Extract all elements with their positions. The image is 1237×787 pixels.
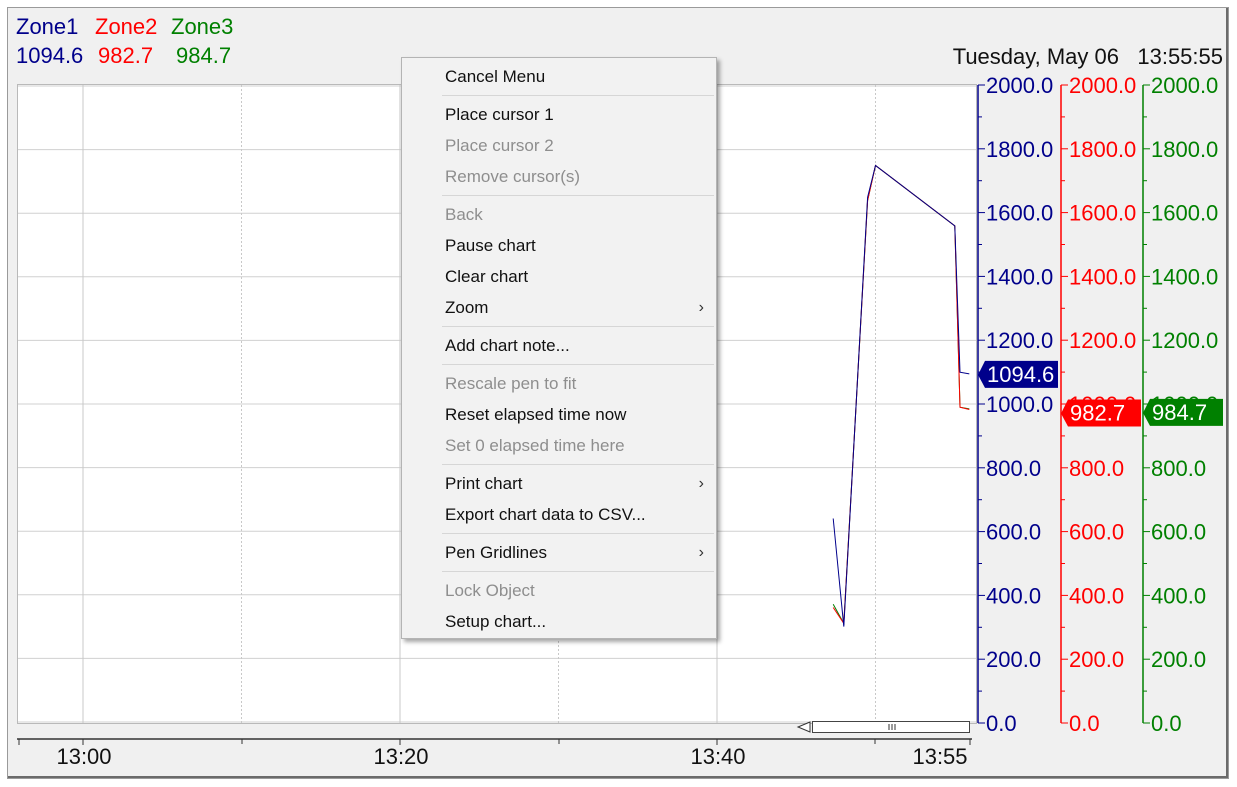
menu-separator [442, 571, 714, 572]
date-time-readout: Tuesday, May 06 13:55:55 [953, 44, 1223, 70]
time-scrollbar-thumb[interactable] [812, 721, 970, 733]
legend-zone2-name: Zone2 [95, 14, 158, 39]
menu-add-chart-note[interactable]: Add chart note... [402, 331, 716, 361]
menu-cancel[interactable]: Cancel Menu [402, 62, 716, 92]
submenu-arrow-icon: › [698, 299, 704, 316]
menu-reset-elapsed[interactable]: Reset elapsed time now [402, 400, 716, 430]
time-label-1300: 13:00 [56, 744, 112, 769]
menu-separator [442, 464, 714, 465]
menu-pause-chart[interactable]: Pause chart [402, 231, 716, 261]
menu-rescale-pen: Rescale pen to fit [445, 374, 577, 393]
menu-clear-chart[interactable]: Clear chart [402, 262, 716, 292]
legend-zone3-name: Zone3 [171, 14, 234, 39]
menu-pen-gridlines-label: Pen Gridlines [445, 543, 548, 562]
menu-zoom[interactable]: Zoom › [402, 293, 716, 323]
menu-separator [442, 364, 714, 365]
time-label-1340: 13:40 [690, 744, 746, 769]
submenu-arrow-icon: › [698, 544, 704, 561]
series-line-zone3 [832, 164, 970, 626]
menu-back: Back [445, 205, 483, 224]
menu-separator [442, 95, 714, 96]
menu-remove-cursors: Remove cursor(s) [445, 167, 581, 186]
legend-zone3-value: 984.7 [176, 43, 232, 68]
submenu-arrow-icon: › [698, 475, 704, 492]
menu-place-cursor-2: Place cursor 2 [445, 136, 554, 155]
time-label: 13:55:55 [1137, 44, 1223, 69]
menu-zoom-label: Zoom [445, 298, 489, 317]
menu-export-csv[interactable]: Export chart data to CSV... [402, 500, 716, 530]
time-label-1320: 13:20 [373, 744, 429, 769]
time-axis: 13:00 13:20 13:40 13:55 [17, 735, 972, 775]
menu-pen-gridlines[interactable]: Pen Gridlines › [402, 538, 716, 568]
context-menu: Cancel Menu Place cursor 1 Place cursor … [401, 57, 717, 639]
scroll-left-arrow-icon[interactable] [796, 720, 812, 734]
menu-setup-chart[interactable]: Setup chart... [402, 607, 716, 637]
menu-print-chart[interactable]: Print chart › [402, 469, 716, 499]
menu-lock-object: Lock Object [445, 581, 535, 600]
time-label-1355: 13:55 [912, 744, 968, 769]
legend-zone1-value: 1094.6 [16, 43, 84, 68]
legend-zone1-name: Zone1 [16, 14, 79, 39]
menu-place-cursor-1[interactable]: Place cursor 1 [402, 100, 716, 130]
legend-zone2-value: 982.7 [98, 43, 154, 68]
menu-separator [442, 326, 714, 327]
menu-set-zero-elapsed: Set 0 elapsed time here [445, 436, 625, 455]
series-line-zone2 [832, 164, 970, 625]
date-label: Tuesday, May 06 [952, 44, 1120, 69]
menu-separator [442, 195, 714, 196]
menu-separator [442, 533, 714, 534]
menu-print-label: Print chart [445, 474, 523, 493]
series-line-zone1 [832, 164, 970, 627]
